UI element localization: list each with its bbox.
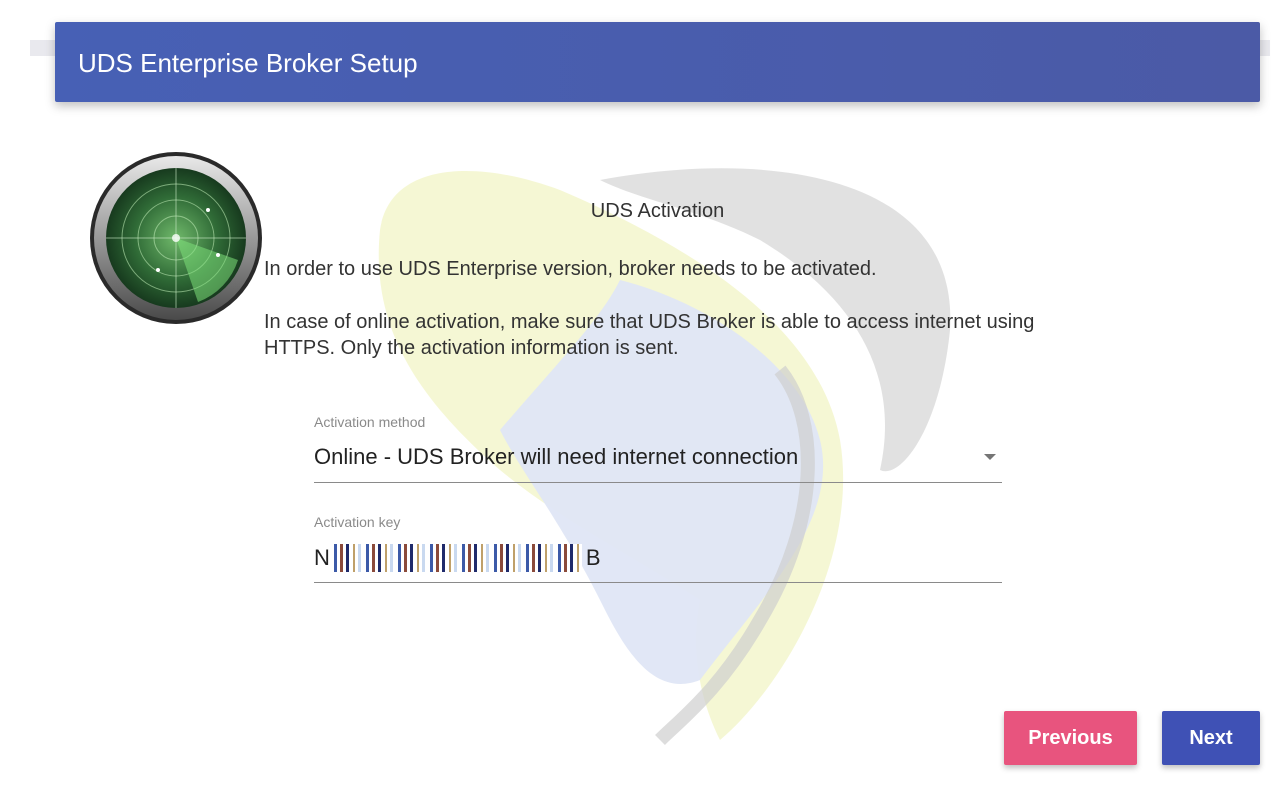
chevron-down-icon[interactable]: [984, 454, 996, 460]
activation-method-select[interactable]: Activation method Online - UDS Broker wi…: [314, 414, 1002, 483]
activation-method-label: Activation method: [314, 414, 426, 430]
uds-watermark-logo: [378, 168, 951, 745]
activation-key-value[interactable]: N B: [314, 544, 601, 572]
setup-page: UDS Enterprise Broker Setup UDS Activati…: [0, 0, 1288, 794]
section-title: UDS Activation: [590, 200, 725, 222]
previous-button[interactable]: Previous: [1004, 711, 1137, 765]
activation-info-text: In case of online activation, make sure …: [264, 311, 1035, 359]
activation-method-value: Online - UDS Broker will need internet c…: [314, 444, 799, 469]
radar-icon: [90, 152, 262, 324]
activation-intro-text: In order to use UDS Enterprise version, …: [264, 258, 877, 280]
app-header: UDS Enterprise Broker Setup: [55, 22, 1260, 102]
activation-key-field[interactable]: Activation key N B: [314, 514, 1002, 583]
activation-key-last-char: B: [585, 545, 601, 570]
activation-key-first-char: N: [314, 545, 330, 570]
next-button[interactable]: Next: [1162, 711, 1260, 765]
activation-key-label: Activation key: [314, 514, 401, 530]
redacted-key-barcode: [333, 544, 582, 572]
page-title: UDS Enterprise Broker Setup: [78, 48, 418, 78]
